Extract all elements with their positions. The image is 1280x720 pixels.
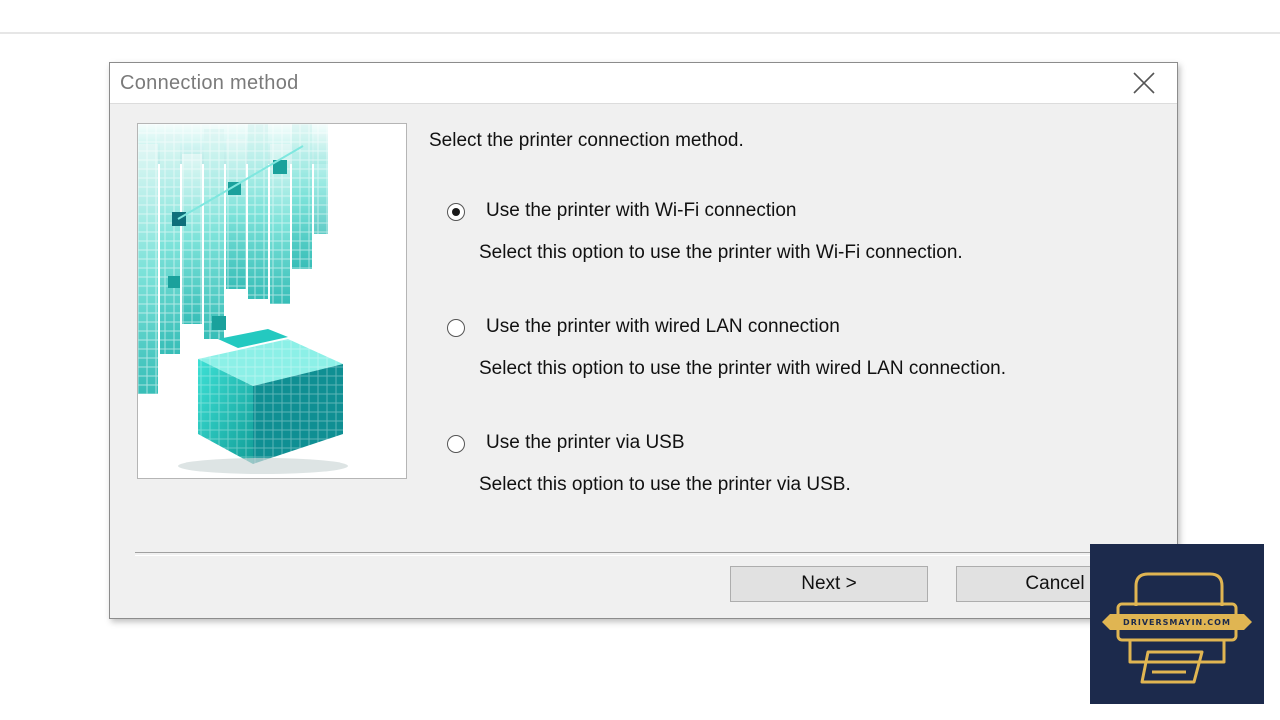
- close-icon: [1133, 72, 1155, 94]
- page-top-rule: [0, 32, 1280, 34]
- button-separator: [135, 552, 1155, 556]
- wired-lan-option-label[interactable]: Use the printer with wired LAN connectio…: [486, 316, 840, 338]
- close-button[interactable]: [1111, 63, 1177, 103]
- wired-lan-option-description: Select this option to use the printer wi…: [479, 358, 1007, 379]
- usb-option-description: Select this option to use the printer vi…: [479, 474, 851, 495]
- instruction-text: Select the printer connection method.: [429, 130, 744, 151]
- cube-illustration-graphic: [138, 124, 403, 474]
- dialog-titlebar: Connection method: [110, 63, 1177, 104]
- wifi-radio[interactable]: [447, 203, 465, 221]
- wifi-option-description: Select this option to use the printer wi…: [479, 242, 963, 263]
- connection-method-dialog: Connection method Select the printer con…: [109, 62, 1178, 619]
- dialog-title: Connection method: [120, 72, 299, 94]
- next-button[interactable]: Next >: [730, 566, 928, 602]
- usb-option-label[interactable]: Use the printer via USB: [486, 432, 685, 454]
- usb-radio[interactable]: [447, 435, 465, 453]
- wifi-option-label[interactable]: Use the printer with Wi-Fi connection: [486, 200, 796, 222]
- wired-lan-radio[interactable]: [447, 319, 465, 337]
- cube-illustration: [137, 123, 407, 479]
- watermark-text: DRIVERSMAYIN.COM: [1123, 618, 1231, 627]
- site-watermark-logo: DRIVERSMAYIN.COM: [1090, 544, 1264, 704]
